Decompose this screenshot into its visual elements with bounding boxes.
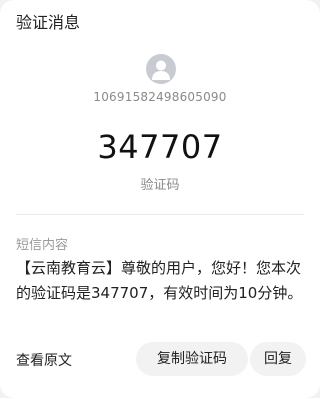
- verification-code: 347707: [97, 128, 223, 166]
- sender-number: 10691582498605090: [93, 90, 227, 104]
- verification-code-label: 验证码: [140, 178, 180, 193]
- copy-code-button[interactable]: 复制验证码: [136, 342, 248, 376]
- page-title: 验证消息: [16, 13, 81, 32]
- view-original-button[interactable]: 查看原文: [16, 350, 72, 370]
- person-icon: [146, 54, 176, 84]
- verification-message-card: 验证消息 10691582498605090 347707 验证码 短信内容 【…: [0, 0, 320, 398]
- message-content-label: 短信内容: [16, 238, 69, 253]
- reply-button[interactable]: 回复: [250, 342, 306, 376]
- message-body: 【云南教育云】尊敬的用户，您好！您本次的验证码是347707，有效时间为10分钟…: [16, 259, 303, 302]
- divider: [16, 214, 304, 215]
